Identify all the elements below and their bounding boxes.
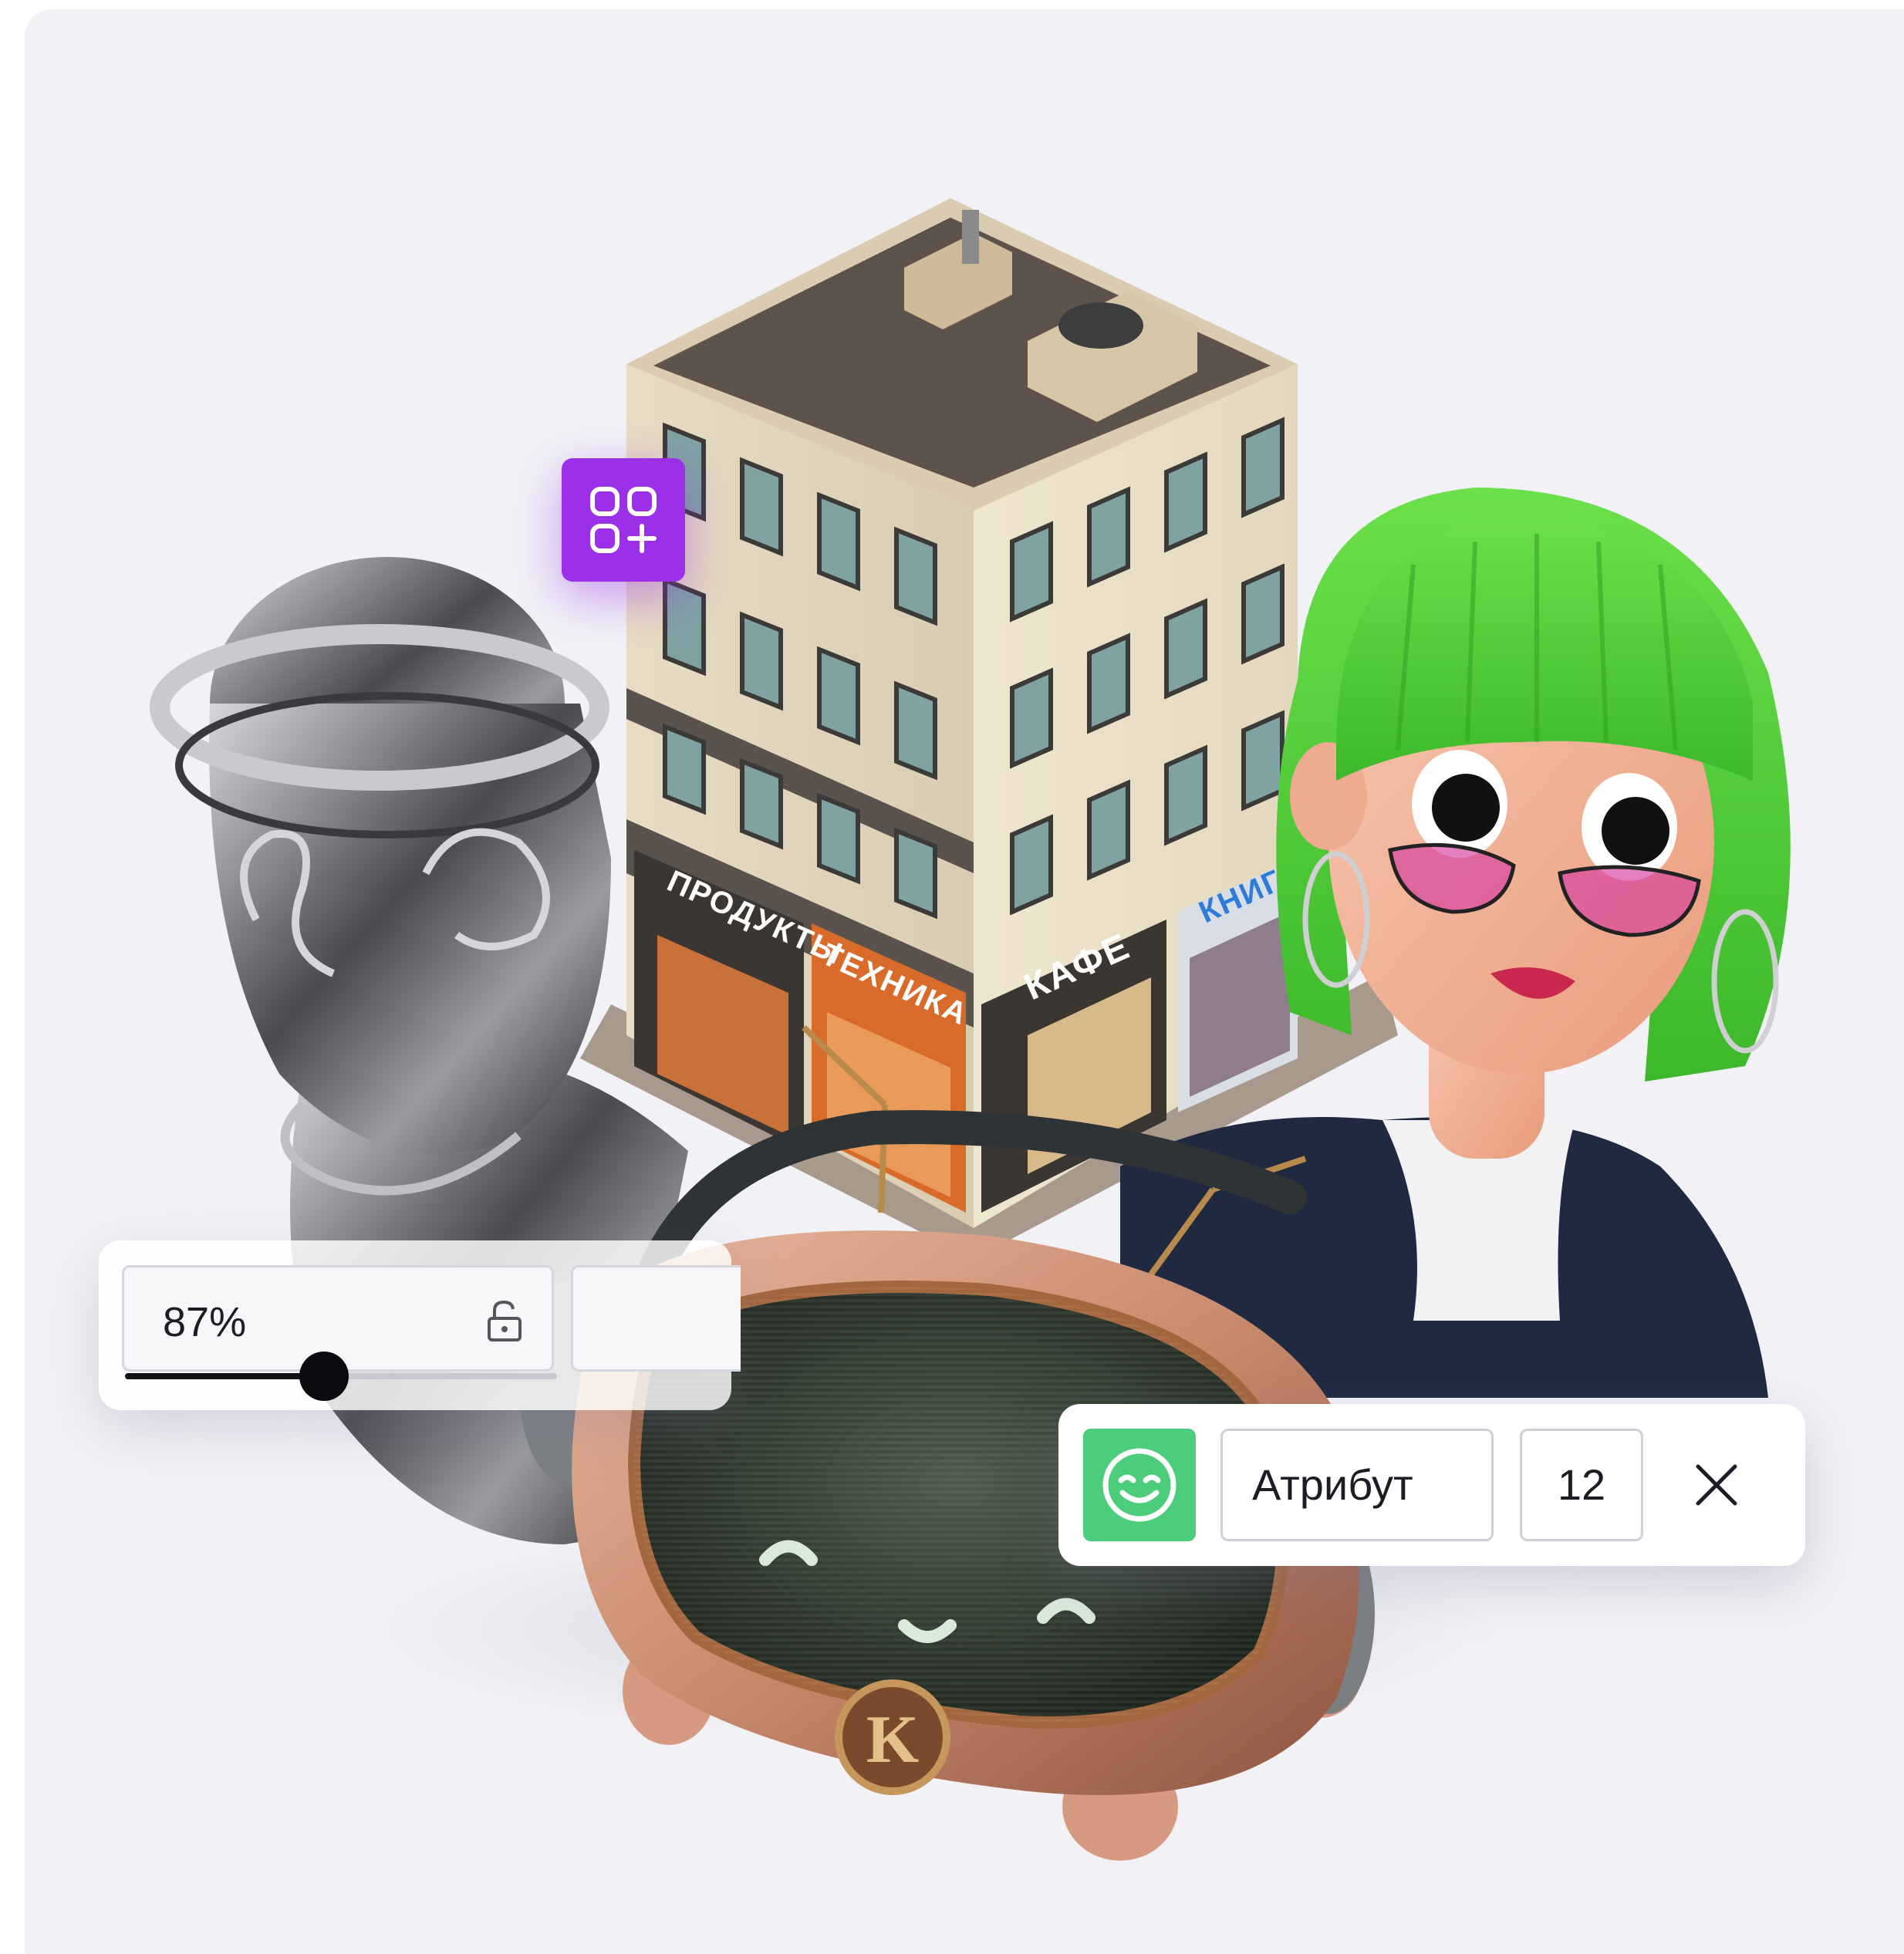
emoji-button[interactable] — [1083, 1429, 1196, 1541]
smile-icon — [1102, 1448, 1176, 1522]
opacity-slider-handle[interactable] — [299, 1352, 349, 1401]
add-widget-icon — [590, 487, 657, 553]
attribute-name-field[interactable]: Атрибут — [1220, 1429, 1494, 1541]
opacity-widget: 87% — [99, 1240, 741, 1410]
unlock-icon[interactable] — [485, 1298, 524, 1343]
opacity-slider[interactable] — [125, 1352, 557, 1401]
close-icon — [1696, 1464, 1737, 1506]
remove-attribute-button[interactable] — [1682, 1450, 1751, 1520]
opacity-slider-fill — [125, 1373, 324, 1379]
attribute-count-field[interactable]: 12 — [1520, 1429, 1643, 1541]
secondary-field[interactable] — [571, 1265, 741, 1372]
illustration-scene: ПРОДУКТЫ ТЕХНИКА КАФЕ КНИГИ K — [150, 198, 1791, 1861]
hero-card: ПРОДУКТЫ ТЕХНИКА КАФЕ КНИГИ K 87% Атрибу… — [25, 9, 1904, 1954]
robot-badge-letter: K — [866, 1703, 919, 1777]
add-widget-button[interactable] — [562, 458, 685, 582]
attribute-row-widget: Атрибут 12 — [1058, 1404, 1805, 1566]
opacity-value: 87% — [163, 1299, 247, 1345]
